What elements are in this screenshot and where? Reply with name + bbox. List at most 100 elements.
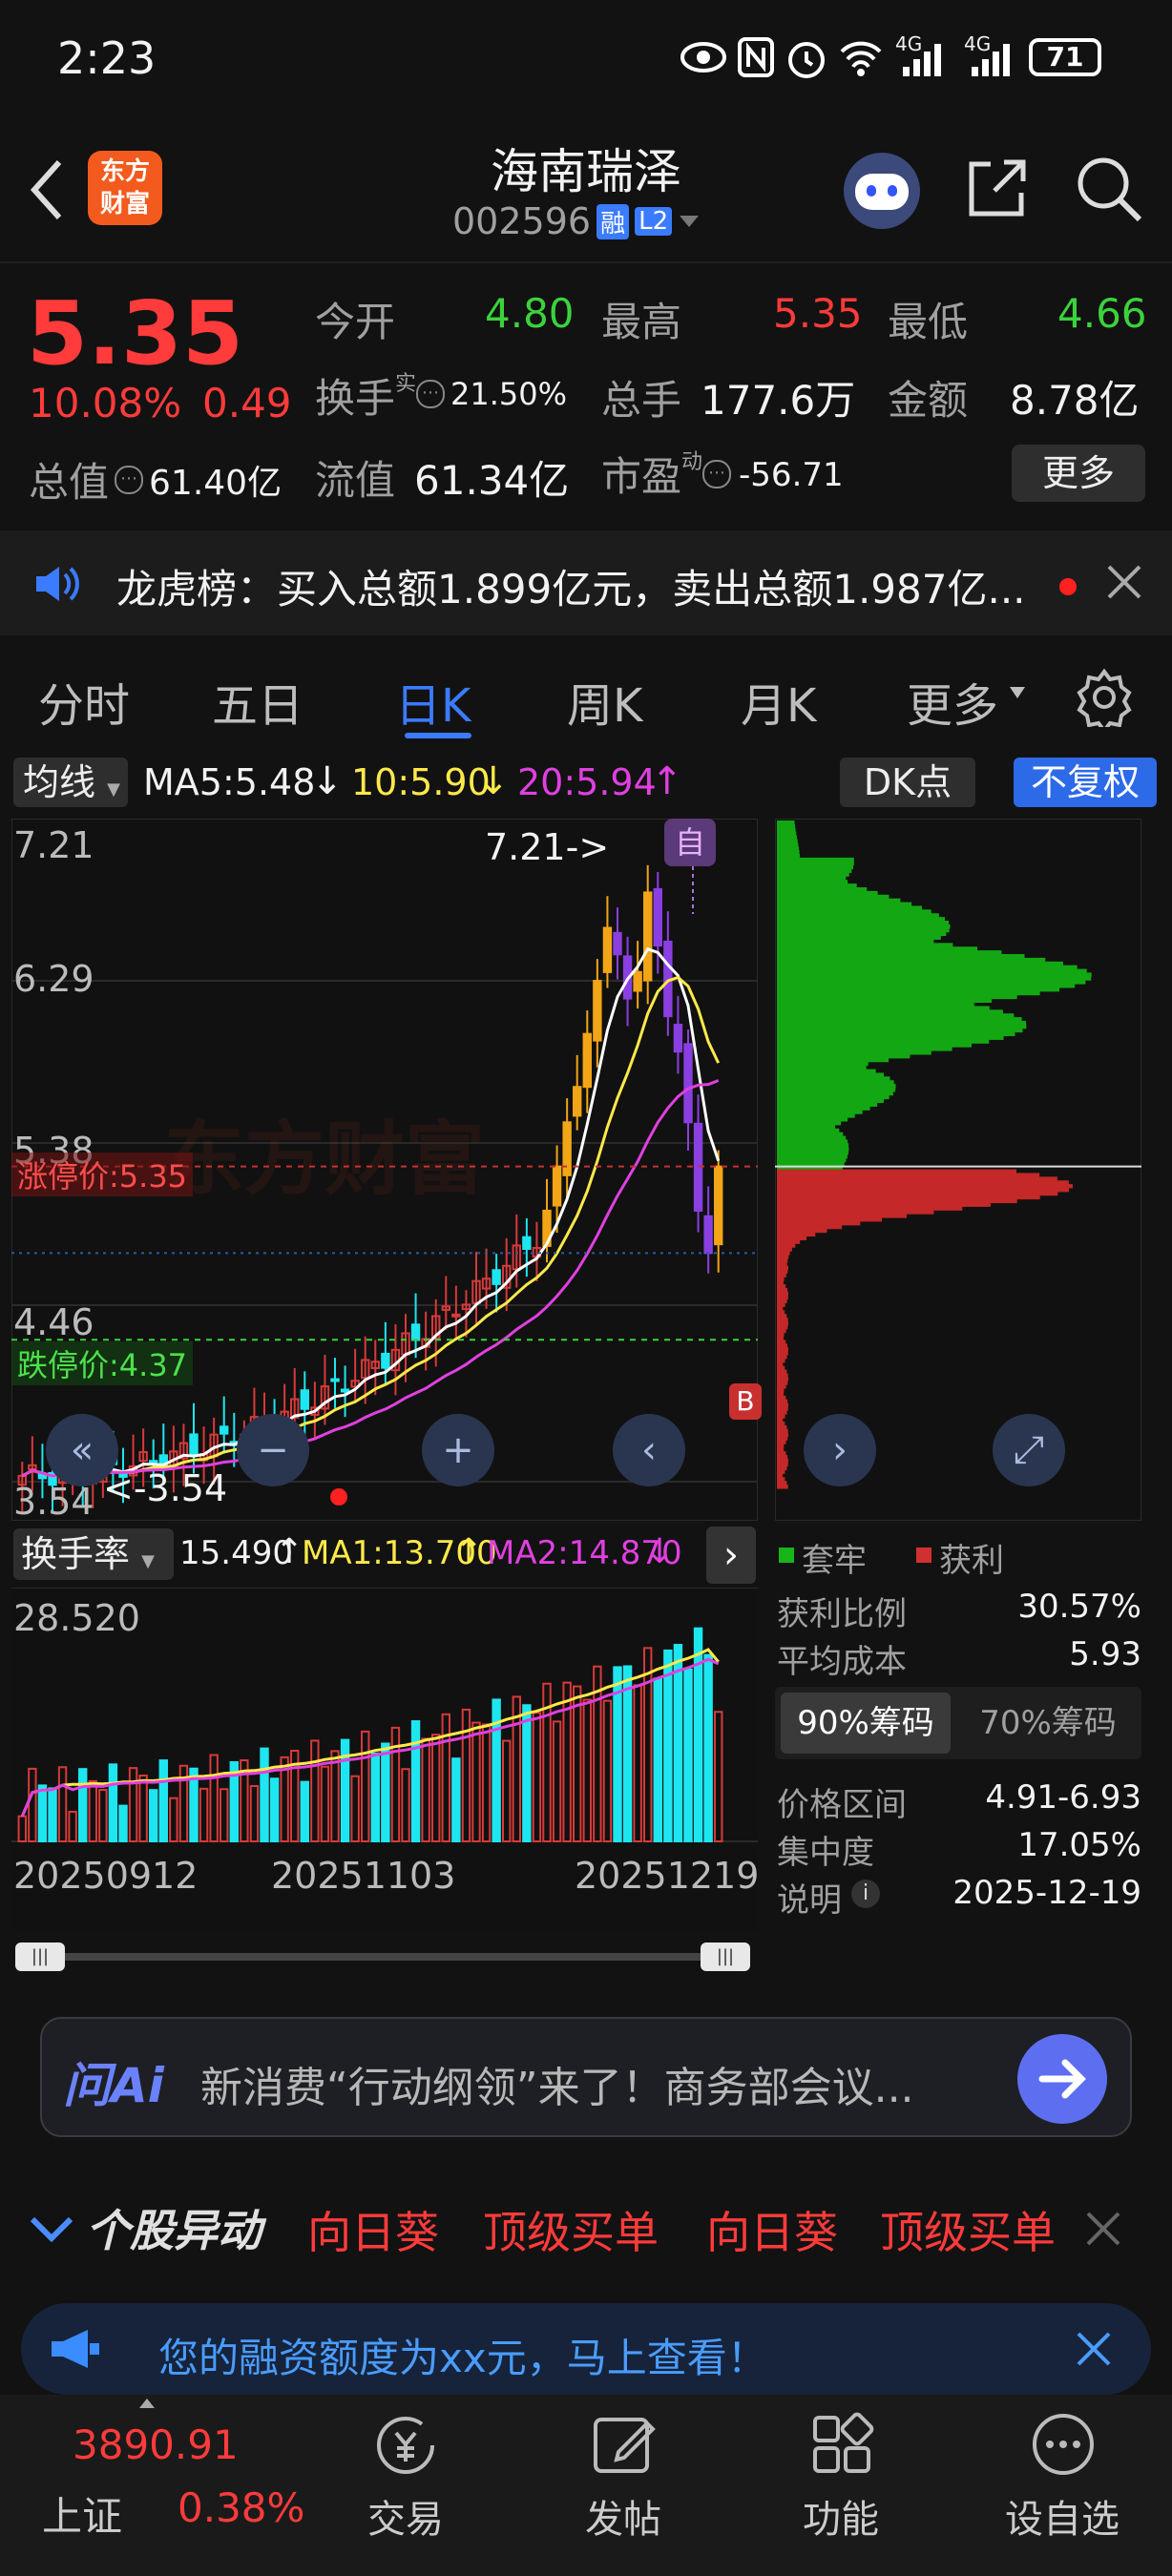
dk-point-button[interactable]: DK点: [840, 758, 975, 807]
scroll-left-fast-button[interactable]: «: [46, 1414, 118, 1486]
nav-post[interactable]: 发帖: [542, 2395, 704, 2576]
chip-bar: [777, 1228, 827, 1234]
chip-bar: [777, 1110, 863, 1114]
adjust-button[interactable]: 不复权: [1014, 758, 1157, 807]
close-icon[interactable]: [1084, 2210, 1122, 2248]
ma-selector-label: 均线: [23, 761, 96, 803]
chip-bar: [777, 1143, 849, 1148]
open-value: 4.80: [485, 290, 575, 337]
candle-body: [593, 980, 602, 1042]
chip-bar: [777, 839, 798, 843]
chip-bar: [777, 1013, 1015, 1018]
edit-icon: [594, 2418, 656, 2473]
buy-badge[interactable]: B: [729, 1383, 762, 1420]
battery-icon: 71: [1029, 38, 1101, 76]
turnover-chart[interactable]: 28.520 20250912 20251103 20251219: [11, 1588, 759, 1931]
grid-icon: [813, 2412, 874, 2473]
chip-distribution[interactable]: › ⤢: [775, 819, 1141, 1521]
range-scrollbar[interactable]: ||| |||: [15, 1942, 752, 1971]
turnover-bar: [653, 1677, 662, 1843]
chip-bar: [777, 957, 1046, 963]
close-icon[interactable]: [1105, 563, 1143, 601]
turnover-bar: [78, 1768, 88, 1842]
chevron-down-icon[interactable]: [1008, 685, 1027, 700]
turnover-info-icon[interactable]: ⋯: [416, 380, 446, 408]
tab-daily-k[interactable]: 日K: [395, 668, 471, 735]
dropdown-icon[interactable]: [678, 212, 701, 231]
chip-bar: [777, 1451, 786, 1456]
tab-chip-70[interactable]: 70%筹码: [962, 1693, 1134, 1754]
promo-banner[interactable]: 您的融资额度为xx元，马上查看！: [21, 2303, 1151, 2395]
chip-bar: [777, 905, 922, 910]
chip-bar: [777, 1324, 788, 1330]
mover-item-1[interactable]: 向日葵: [307, 2198, 439, 2261]
chip-bar: [777, 1124, 835, 1130]
profit-ratio-label: 获利比例: [777, 1595, 907, 1633]
chip-bar: [777, 1128, 840, 1133]
share-icon[interactable]: [962, 155, 1031, 223]
chip-bar: [777, 1336, 785, 1340]
tab-more[interactable]: 更多: [907, 668, 998, 735]
kline-chart[interactable]: 东方财富 7.21 6.29 5.38 4.46 3.54 7.21-> 自 <…: [11, 819, 762, 1523]
chip-bar: [777, 890, 878, 896]
zoom-out-button[interactable]: −: [237, 1414, 309, 1486]
tab-five-day[interactable]: 五日: [212, 668, 303, 735]
robot-avatar[interactable]: [844, 153, 920, 229]
margin-badge: 融: [596, 203, 630, 239]
auto-badge[interactable]: 自: [664, 819, 716, 866]
chip-bar: [777, 1424, 787, 1430]
open-label: 今开: [315, 299, 396, 345]
chip-bar: [777, 998, 993, 1004]
chip-bar: [777, 1206, 963, 1211]
chip-bar: [777, 1485, 788, 1489]
ai-assistant-bar[interactable]: 问Ai 新消费“行动纲领”来了！商务部会议...: [40, 2017, 1132, 2137]
battery-level: 71: [1046, 41, 1084, 73]
chip-bar: [777, 987, 1060, 992]
mover-item-4[interactable]: 顶级买单: [880, 2198, 1056, 2261]
tab-weekly-k[interactable]: 周K: [567, 668, 642, 735]
nav-trade[interactable]: 交易: [324, 2395, 487, 2576]
notice-bar[interactable]: 龙虎榜：买入总额1.899亿元，卖出总额1.987亿...: [0, 530, 1172, 635]
tab-intraday[interactable]: 分时: [38, 668, 130, 735]
chip-bar: [777, 1157, 847, 1163]
close-icon[interactable]: [1075, 2330, 1113, 2368]
ma-selector[interactable]: 均线 ▼: [13, 758, 128, 807]
ai-send-button[interactable]: [1017, 2034, 1107, 2124]
search-icon[interactable]: [1073, 153, 1145, 225]
mover-item-3[interactable]: 向日葵: [706, 2198, 838, 2261]
info-icon[interactable]: ⋯: [115, 465, 144, 494]
chip-bar: [777, 1217, 883, 1222]
turnover-bar: [381, 1742, 390, 1842]
current-price: 5.35: [27, 282, 243, 384]
chip-bar: [777, 1477, 785, 1482]
mover-item-2[interactable]: 顶级买单: [483, 2198, 659, 2261]
chart-toolbar: 均线 ▼ MA5:5.48 ↓ 10:5.90 ↓ 20:5.94 ↑ DK点 …: [0, 754, 1172, 811]
chip-stats: 套牢 获利 获利比例 30.57% 平均成本 5.93 90%筹码 70%筹码 …: [775, 1530, 1153, 1931]
chip-bar: [777, 1076, 890, 1081]
expand-icon[interactable]: ⤢: [993, 1414, 1065, 1486]
tab-monthly-k[interactable]: 月K: [741, 668, 816, 735]
chip-bar: [777, 894, 889, 900]
chevron-down-icon[interactable]: [29, 2213, 74, 2246]
indicator-selector[interactable]: 换手率 ▼: [13, 1528, 174, 1580]
scroll-handle-left[interactable]: |||: [15, 1942, 65, 1971]
chip-next-button[interactable]: ›: [804, 1414, 876, 1486]
turnover-bar: [410, 1720, 421, 1842]
sub-chart-expand-button[interactable]: ›: [706, 1527, 756, 1584]
gear-icon[interactable]: [1075, 668, 1134, 727]
note-info-icon[interactable]: i: [851, 1880, 880, 1908]
chip-bar: [777, 946, 978, 951]
scroll-handle-right[interactable]: |||: [701, 1942, 750, 1971]
nav-function[interactable]: 功能: [760, 2395, 922, 2576]
chip-bar: [777, 1221, 861, 1226]
zoom-in-button[interactable]: +: [422, 1414, 494, 1486]
pe-info-icon[interactable]: ⋯: [702, 460, 732, 488]
chip-bar: [777, 1465, 787, 1471]
nav-watchlist[interactable]: 设自选: [981, 2395, 1143, 2576]
chip-bar: [777, 1151, 848, 1155]
index-widget[interactable]: 3890.91 上证 0.38%: [0, 2395, 315, 2576]
more-button[interactable]: 更多: [1012, 445, 1145, 502]
tab-chip-90[interactable]: 90%筹码: [781, 1693, 951, 1754]
scroll-left-button[interactable]: ‹: [613, 1414, 685, 1486]
chip-bar: [777, 831, 797, 837]
